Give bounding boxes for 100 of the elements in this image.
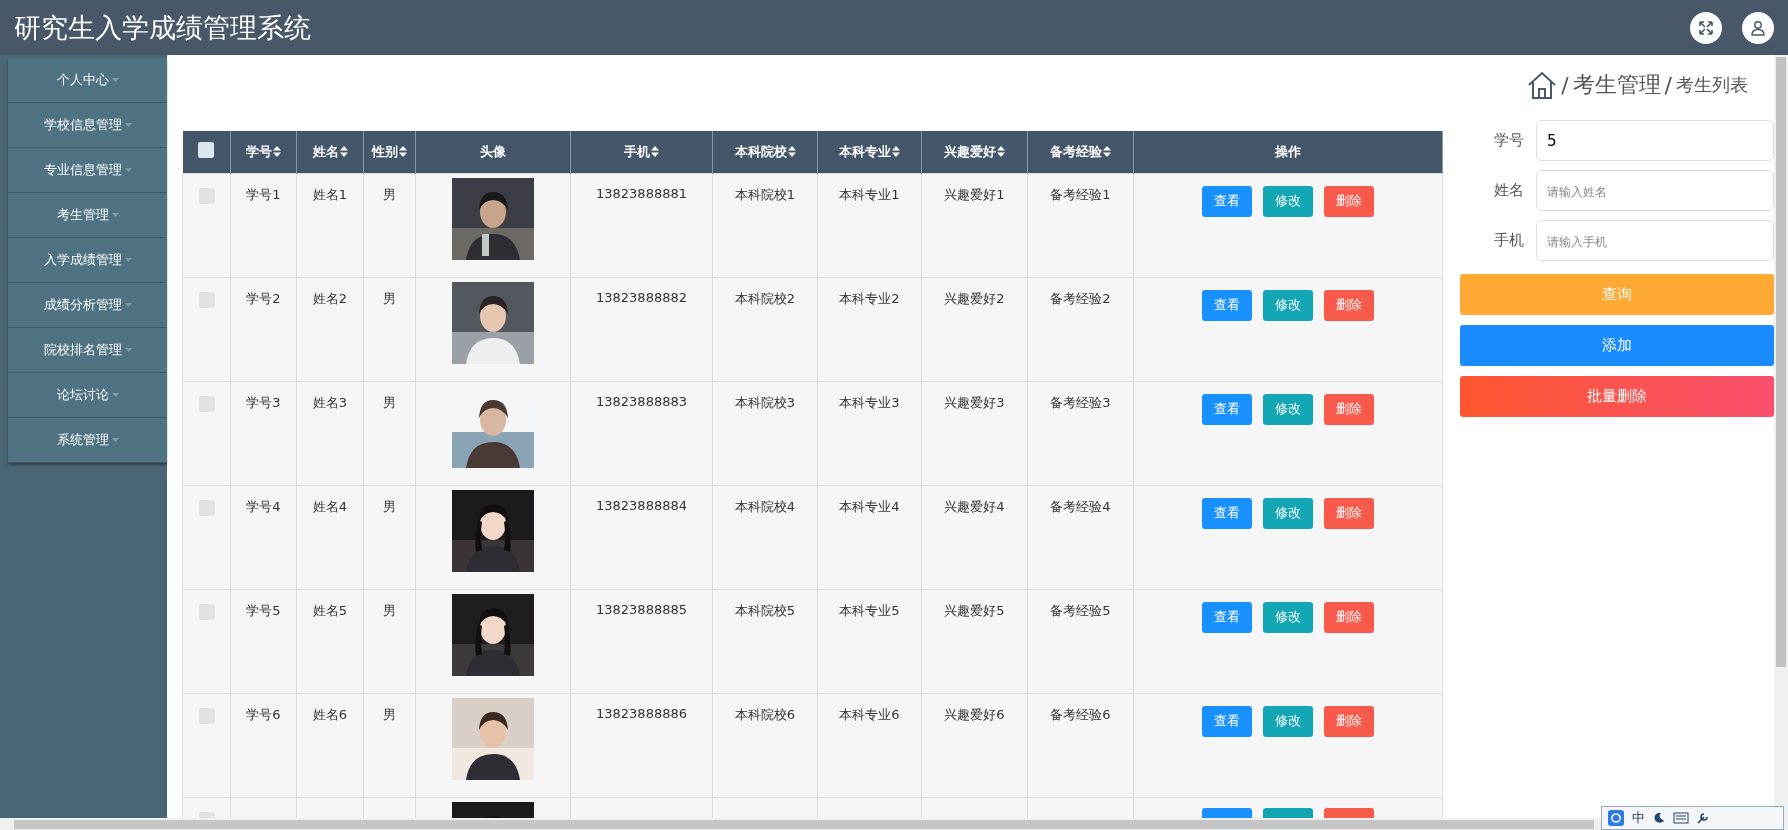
delete-button[interactable]: 删除 bbox=[1324, 185, 1374, 217]
table-cell: 兴趣爱好6 bbox=[944, 706, 1005, 722]
view-button[interactable]: 查看 bbox=[1202, 393, 1252, 425]
sort-icon[interactable] bbox=[787, 146, 796, 158]
caret-icon bbox=[111, 78, 119, 82]
table-cell: 备考经验3 bbox=[1050, 394, 1111, 410]
moon-icon[interactable] bbox=[1653, 812, 1665, 824]
caret-icon bbox=[111, 438, 119, 442]
table-cell: 兴趣爱好4 bbox=[944, 498, 1005, 514]
table-cell: 姓名3 bbox=[312, 394, 348, 410]
table-cell: 本科专业3 bbox=[839, 394, 900, 410]
table-cell: 本科专业6 bbox=[839, 706, 900, 722]
sidebar-item[interactable]: 系统管理 bbox=[8, 418, 167, 463]
fullscreen-button[interactable] bbox=[1690, 11, 1722, 44]
select-all-checkbox[interactable] bbox=[198, 142, 215, 159]
delete-button[interactable]: 删除 bbox=[1324, 705, 1374, 737]
view-button[interactable]: 查看 bbox=[1202, 289, 1252, 321]
sidebar-item[interactable]: 入学成绩管理 bbox=[8, 238, 167, 283]
sidebar-item[interactable]: 成绩分析管理 bbox=[8, 283, 167, 328]
edit-button[interactable]: 修改 bbox=[1263, 289, 1313, 321]
table-cell: 男 bbox=[383, 290, 396, 306]
sort-icon[interactable] bbox=[399, 146, 407, 158]
delete-button[interactable]: 删除 bbox=[1324, 393, 1374, 425]
field-label: 姓名 bbox=[1493, 181, 1525, 200]
column-header: 操作 bbox=[1275, 142, 1301, 161]
sidebar-item[interactable]: 专业信息管理 bbox=[8, 148, 167, 193]
table-cell: 13823888882 bbox=[596, 289, 687, 305]
edit-button[interactable]: 修改 bbox=[1263, 393, 1313, 425]
table-cell: 姓名5 bbox=[312, 602, 348, 618]
sort-icon[interactable] bbox=[273, 146, 281, 158]
table-cell: 兴趣爱好3 bbox=[944, 394, 1005, 410]
table-cell: 本科专业4 bbox=[839, 498, 900, 514]
caret-icon bbox=[111, 393, 119, 397]
table-cell: 学号5 bbox=[246, 602, 281, 618]
batch-delete-button[interactable]: 批量删除 bbox=[1460, 376, 1774, 417]
sort-icon[interactable] bbox=[651, 146, 659, 158]
wrench-icon[interactable] bbox=[1697, 812, 1709, 824]
sidebar-item[interactable]: 考生管理 bbox=[8, 193, 167, 238]
add-button[interactable]: 添加 bbox=[1460, 325, 1774, 366]
input-field[interactable]: 请输入手机 bbox=[1536, 220, 1774, 261]
table-cell: 13823888885 bbox=[596, 601, 687, 617]
table-cell: 男 bbox=[383, 602, 396, 618]
delete-button[interactable]: 删除 bbox=[1324, 497, 1374, 529]
table-cell: 学号1 bbox=[246, 186, 281, 202]
scrollbar-thumb[interactable] bbox=[1776, 57, 1786, 667]
table-cell: 备考经验4 bbox=[1050, 498, 1111, 514]
table-cell: 本科专业2 bbox=[839, 290, 900, 306]
sort-icon[interactable] bbox=[1103, 146, 1111, 158]
sort-icon[interactable] bbox=[997, 146, 1005, 158]
edit-button[interactable]: 修改 bbox=[1263, 185, 1313, 217]
table-cell: 本科院校5 bbox=[734, 602, 796, 618]
table-cell: 兴趣爱好2 bbox=[944, 290, 1005, 306]
table-cell: 男 bbox=[383, 706, 396, 722]
table-cell: 男 bbox=[383, 394, 396, 410]
table-cell: 13823888881 bbox=[596, 185, 687, 201]
input-field[interactable]: 请输入姓名 bbox=[1536, 170, 1774, 211]
breadcrumb-link[interactable]: 考生管理 bbox=[1572, 70, 1661, 100]
column-header[interactable]: 手机 bbox=[624, 142, 659, 161]
home-icon[interactable] bbox=[1527, 70, 1558, 100]
keyboard-icon[interactable] bbox=[1673, 812, 1689, 824]
table-cell: 本科专业5 bbox=[839, 602, 900, 618]
caret-icon bbox=[124, 168, 132, 172]
view-button[interactable]: 查看 bbox=[1202, 705, 1252, 737]
breadcrumb-separator: / bbox=[1664, 72, 1672, 98]
table-cell: 姓名4 bbox=[312, 498, 348, 514]
ime-mode[interactable]: 中 bbox=[1632, 809, 1645, 827]
table-cell: 学号3 bbox=[246, 394, 281, 410]
view-button[interactable]: 查看 bbox=[1202, 185, 1252, 217]
table-cell: 男 bbox=[383, 186, 396, 202]
sort-icon[interactable] bbox=[339, 146, 348, 158]
table-cell: 本科院校4 bbox=[734, 498, 796, 514]
table-cell: 学号6 bbox=[246, 706, 281, 722]
table-cell: 姓名6 bbox=[312, 706, 348, 722]
table-cell: 学号4 bbox=[246, 498, 281, 514]
user-button[interactable] bbox=[1742, 11, 1774, 44]
edit-button[interactable]: 修改 bbox=[1263, 705, 1313, 737]
sidebar-item[interactable]: 论坛讨论 bbox=[8, 373, 167, 418]
delete-button[interactable]: 删除 bbox=[1324, 289, 1374, 321]
table-cell: 本科院校2 bbox=[734, 290, 796, 306]
table-cell: 姓名2 bbox=[312, 290, 348, 306]
table-cell: 13823888886 bbox=[596, 705, 687, 721]
table-cell: 13823888884 bbox=[596, 497, 687, 513]
query-button[interactable]: 查询 bbox=[1460, 274, 1774, 315]
column-header: 头像 bbox=[480, 142, 506, 161]
sidebar-item[interactable]: 院校排名管理 bbox=[8, 328, 167, 373]
table-cell: 男 bbox=[383, 498, 396, 514]
sidebar-item[interactable]: 个人中心 bbox=[8, 58, 167, 103]
sidebar-item[interactable]: 学校信息管理 bbox=[8, 103, 167, 148]
view-button[interactable]: 查看 bbox=[1202, 497, 1252, 529]
caret-icon bbox=[124, 123, 132, 127]
user-icon bbox=[1750, 19, 1766, 36]
input-field[interactable]: 5 bbox=[1536, 120, 1774, 161]
edit-button[interactable]: 修改 bbox=[1263, 497, 1313, 529]
edit-button[interactable]: 修改 bbox=[1263, 601, 1313, 633]
sort-icon[interactable] bbox=[892, 146, 900, 158]
view-button[interactable]: 查看 bbox=[1202, 601, 1252, 633]
breadcrumb-current: 考生列表 bbox=[1676, 73, 1748, 97]
app-title: 研究生入学成绩管理系统 bbox=[14, 10, 312, 45]
delete-button[interactable]: 删除 bbox=[1324, 601, 1374, 633]
scrollbar-thumb[interactable] bbox=[14, 819, 1594, 829]
